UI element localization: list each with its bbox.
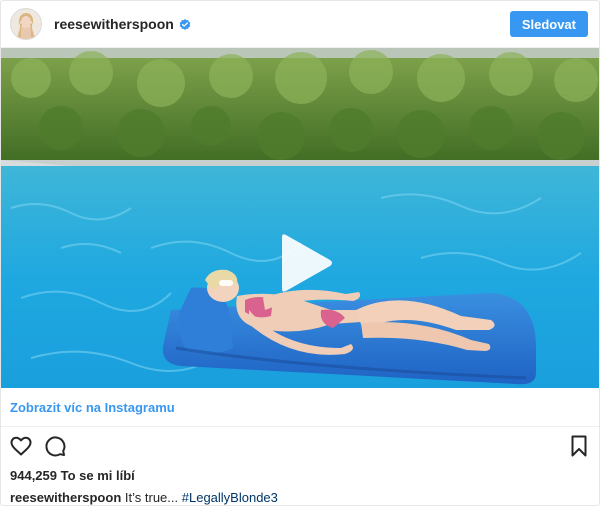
likes-label: To se mi líbí	[60, 468, 135, 483]
header-username[interactable]: reesewitherspoon	[54, 16, 174, 32]
comment-icon[interactable]	[43, 434, 67, 458]
play-button[interactable]	[274, 233, 334, 293]
action-bar	[1, 427, 599, 465]
view-more-link[interactable]: Zobrazit víc na Instagramu	[10, 400, 175, 415]
bookmark-icon[interactable]	[567, 434, 591, 458]
avatar-image	[11, 9, 41, 39]
video-thumbnail[interactable]	[1, 48, 599, 388]
post-header: reesewitherspoon Sledovat	[1, 1, 599, 48]
caption-text: It’s true...	[124, 490, 179, 505]
caption-username[interactable]: reesewitherspoon	[10, 490, 121, 505]
verified-badge-icon	[179, 18, 191, 30]
avatar[interactable]	[10, 8, 42, 40]
instagram-embed: reesewitherspoon Sledovat Zobrazit víc n…	[0, 0, 600, 506]
follow-button[interactable]: Sledovat	[509, 11, 588, 37]
caption-hashtag[interactable]: #LegallyBlonde3	[182, 490, 278, 505]
likes-number: 944,259	[10, 468, 57, 483]
likes-count[interactable]: 944,259 To se mi líbí	[1, 465, 599, 487]
header-username-row: reesewitherspoon	[54, 16, 191, 32]
heart-icon[interactable]	[9, 434, 33, 458]
pool-scene	[1, 48, 599, 388]
view-more-row: Zobrazit víc na Instagramu	[1, 388, 599, 427]
play-icon	[282, 234, 332, 292]
